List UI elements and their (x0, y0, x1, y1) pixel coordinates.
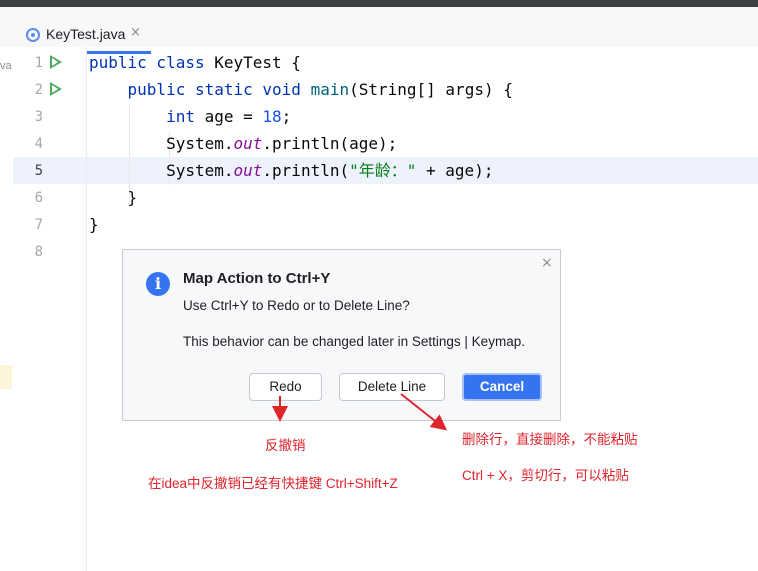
delete-line-annotation: 删除行，直接删除，不能粘贴 (462, 432, 638, 447)
delete-line-arrow (400, 393, 448, 431)
idea-shortcut-annotation: 在idea中反撤销已经有快捷键 Ctrl+Shift+Z (148, 476, 398, 491)
cut-line-annotation: Ctrl + X，剪切行，可以粘贴 (462, 468, 629, 483)
redo-annotation: 反撤销 (265, 438, 306, 453)
